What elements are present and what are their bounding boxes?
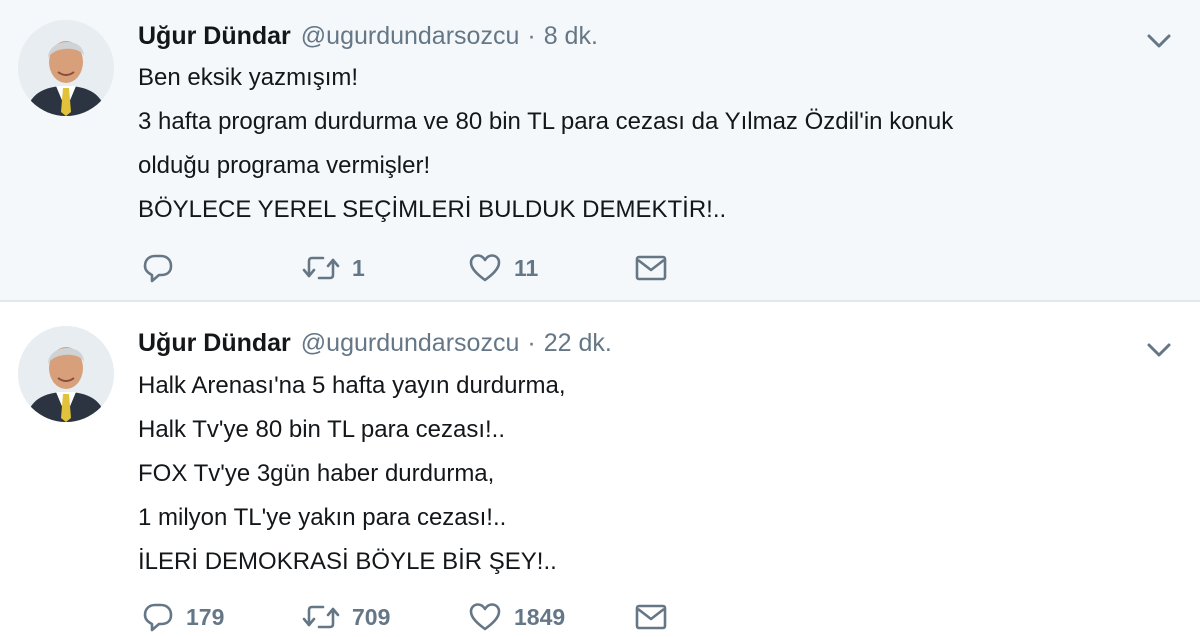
reply-button[interactable] [142,248,186,288]
heart-icon [469,603,501,631]
retweet-icon [302,605,340,629]
author-handle[interactable]: @ugurdundarsozcu [301,20,520,52]
tweet-header: Uğur Dündar @ugurdundarsozcu · 8 dk. [138,20,598,52]
tweet-text-line: Ben eksik yazmışım! [138,64,359,91]
like-count: 1849 [514,603,566,630]
tweet-text: Halk Arenası'na 5 hafta yayın durdurma, … [138,364,1178,584]
envelope-icon [635,604,667,630]
tweet-actions: 1 11 [138,248,738,288]
tweet-text-line: İLERİ DEMOKRASİ BÖYLE BİR ŞEY!.. [138,548,557,575]
separator-dot: · [527,22,536,50]
tweet-text-line: Halk Arenası'na 5 hafta yayın durdurma, [138,372,566,399]
reply-count: 179 [186,603,225,630]
tweet-text: Ben eksik yazmışım! 3 hafta program durd… [138,56,1178,232]
reply-icon [143,254,173,283]
retweet-count: 1 [352,254,365,281]
avatar[interactable] [18,326,114,422]
profile-photo-icon [18,326,114,422]
tweet-header: Uğur Dündar @ugurdundarsozcu · 22 dk. [138,327,612,359]
like-button[interactable]: 1849 [468,597,565,637]
retweet-count: 709 [352,603,391,630]
direct-message-button[interactable] [634,248,668,288]
reply-button[interactable]: 179 [142,597,224,637]
retweet-button[interactable]: 1 [302,248,365,288]
heart-icon [469,254,501,282]
tweet-timestamp[interactable]: 22 dk. [544,327,612,359]
tweet-text-line: 1 milyon TL'ye yakın para cezası!.. [138,504,507,531]
tweet-text-line: 3 hafta program durdurma ve 80 bin TL pa… [138,108,954,135]
chevron-down-icon[interactable] [1144,26,1174,56]
tweet-actions: 179 709 1849 [138,597,738,637]
tweet-text-line: olduğu programa vermişler! [138,152,431,179]
retweet-button[interactable]: 709 [302,597,390,637]
like-count: 11 [514,254,539,281]
tweet-text-line: Halk Tv'ye 80 bin TL para cezası!.. [138,416,505,443]
profile-photo-icon [18,20,114,116]
tweet[interactable]: Uğur Dündar @ugurdundarsozcu · 22 dk. Ha… [0,302,1200,637]
separator-dot: · [527,329,536,357]
author-name[interactable]: Uğur Dündar [138,327,291,359]
direct-message-button[interactable] [634,597,668,637]
tweet-text-line: FOX Tv'ye 3gün haber durdurma, [138,460,495,487]
reply-icon [143,603,173,632]
avatar[interactable] [18,20,114,116]
author-handle[interactable]: @ugurdundarsozcu [301,327,520,359]
chevron-down-icon[interactable] [1144,335,1174,365]
retweet-icon [302,256,340,280]
tweet[interactable]: Uğur Dündar @ugurdundarsozcu · 8 dk. Ben… [0,0,1200,302]
tweet-timestamp[interactable]: 8 dk. [544,20,598,52]
envelope-icon [635,255,667,281]
author-name[interactable]: Uğur Dündar [138,20,291,52]
like-button[interactable]: 11 [468,248,538,288]
tweet-feed: Uğur Dündar @ugurdundarsozcu · 8 dk. Ben… [0,0,1200,637]
tweet-text-line: BÖYLECE YEREL SEÇİMLERİ BULDUK DEMEKTİR!… [138,196,727,223]
